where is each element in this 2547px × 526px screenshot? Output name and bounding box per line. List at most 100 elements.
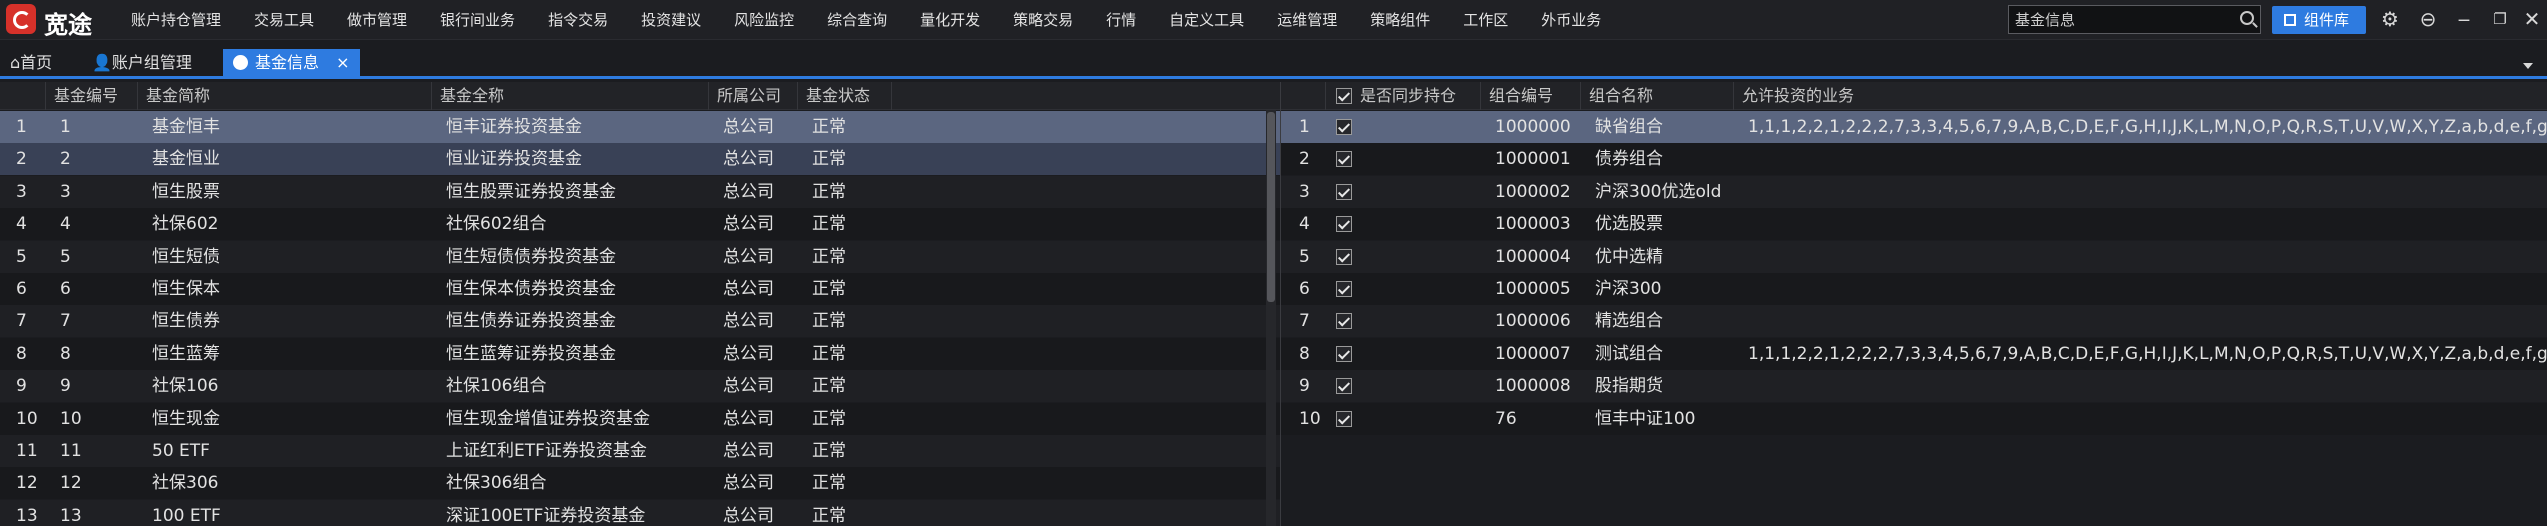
- menu-item[interactable]: 账户持仓管理: [131, 0, 221, 40]
- table-cell: 13: [60, 505, 82, 526]
- menu-item[interactable]: 交易工具: [254, 0, 314, 40]
- table-cell: 社保106: [152, 376, 219, 397]
- menu-item[interactable]: 工作区: [1463, 0, 1508, 40]
- table-row[interactable]: 7 7 恒生债券 恒生债券证券投资基金 总公司 正常: [0, 305, 1280, 338]
- table-row[interactable]: 1 1 基金恒丰 恒丰证券投资基金 总公司 正常: [0, 111, 1280, 143]
- table-row[interactable]: 2 2 基金恒业 恒业证券投资基金 总公司 正常: [0, 143, 1280, 176]
- scrollbar-thumb[interactable]: [1267, 112, 1275, 302]
- restore-icon[interactable]: ❐: [2490, 9, 2510, 29]
- table-row[interactable]: 1 1000000 缺省组合 1,1,1,2,2,1,2,2,2,7,3,3,4,5,…: [1281, 111, 2547, 143]
- sync-checkbox[interactable]: [1336, 248, 1352, 265]
- search-input[interactable]: [2009, 6, 2231, 33]
- sync-checkbox[interactable]: [1336, 378, 1352, 395]
- table-cell: 2: [60, 149, 71, 170]
- table-row[interactable]: 5 5 恒生短债 恒生短债债券投资基金 总公司 正常: [0, 240, 1280, 273]
- menu-item[interactable]: 做市管理: [347, 0, 407, 40]
- app-logo-icon: [6, 4, 36, 34]
- home-icon: ⌂: [10, 53, 21, 72]
- menu-item[interactable]: 风险监控: [734, 0, 794, 40]
- sync-checkbox[interactable]: [1336, 281, 1352, 297]
- table-cell: 正常: [812, 343, 846, 364]
- menu-item[interactable]: 外币业务: [1541, 0, 1601, 40]
- table-row[interactable]: 11 11 50 ETF 上证红利ETF证券投资基金 总公司 正常: [0, 435, 1280, 467]
- table-row[interactable]: 4 1000003 优选股票: [1281, 208, 2547, 241]
- table-row[interactable]: 9 9 社保106 社保106组合 总公司 正常: [0, 370, 1280, 403]
- col-header-portfolio-code[interactable]: 组合编号: [1481, 82, 1581, 110]
- table-row[interactable]: 8 8 恒生蓝筹 恒生蓝筹证券投资基金 总公司 正常: [0, 337, 1280, 370]
- tab-close-icon[interactable]: ×: [336, 53, 349, 72]
- col-header-status[interactable]: 基金状态: [798, 82, 892, 110]
- widget-library-button[interactable]: 组件库: [2272, 6, 2366, 34]
- table-cell: 1000003: [1495, 214, 1571, 235]
- menu-item[interactable]: 银行间业务: [440, 0, 515, 40]
- minimize-icon[interactable]: ‒: [2454, 9, 2474, 29]
- table-cell: 恒生股票证券投资基金: [446, 181, 616, 202]
- table-cell: 社保306组合: [446, 473, 547, 494]
- sync-checkbox[interactable]: [1336, 216, 1352, 233]
- table-row[interactable]: 12 12 社保306 社保306组合 总公司 正常: [0, 467, 1280, 500]
- table-cell: [1740, 176, 2547, 208]
- menu-item[interactable]: 策略组件: [1370, 0, 1430, 40]
- tab-home[interactable]: ⌂首页: [10, 49, 52, 76]
- table-cell: 正常: [812, 441, 846, 461]
- table-row[interactable]: 7 1000006 精选组合: [1281, 305, 2547, 338]
- sync-checkbox[interactable]: [1336, 119, 1352, 135]
- table-row[interactable]: 3 1000002 沪深300优选old: [1281, 175, 2547, 208]
- gear-icon[interactable]: ⚙: [2380, 9, 2400, 29]
- col-header-fund-code[interactable]: 基金编号: [46, 82, 138, 110]
- table-row[interactable]: 10 76 恒丰中证100: [1281, 402, 2547, 435]
- menu-item[interactable]: 策略交易: [1013, 0, 1073, 40]
- table-cell: 10: [60, 408, 82, 429]
- tab-home-label: 首页: [20, 53, 53, 72]
- col-header-fund-full[interactable]: 基金全称: [432, 82, 709, 110]
- col-header-allowed-business[interactable]: 允许投资的业务: [1734, 82, 2547, 110]
- table-row[interactable]: 6 6 恒生保本 恒生保本债券投资基金 总公司 正常: [0, 273, 1280, 305]
- table-row[interactable]: 8 1000007 测试组合 1,1,1,2,2,1,2,2,2,7,3,3,4,5,…: [1281, 337, 2547, 370]
- menu-circle-icon[interactable]: ⊖: [2418, 9, 2438, 29]
- sync-checkbox[interactable]: [1336, 410, 1352, 427]
- table-row[interactable]: 6 1000005 沪深300: [1281, 273, 2547, 305]
- col-header-fund-short[interactable]: 基金简称: [138, 82, 432, 110]
- table-cell: 恒生股票: [152, 181, 220, 202]
- col-header-company[interactable]: 所属公司: [709, 82, 798, 110]
- table-cell: 基金恒业: [152, 149, 220, 170]
- menu-item[interactable]: 运维管理: [1277, 0, 1337, 40]
- table-cell: 总公司: [723, 311, 774, 332]
- vertical-scrollbar[interactable]: [1266, 110, 1276, 526]
- sync-checkbox[interactable]: [1336, 313, 1352, 330]
- sync-checkbox[interactable]: [1336, 345, 1352, 362]
- table-cell: 1000008: [1495, 376, 1571, 397]
- select-all-checkbox[interactable]: [1336, 88, 1352, 104]
- menu-item[interactable]: 自定义工具: [1169, 0, 1244, 40]
- table-row[interactable]: 10 10 恒生现金 恒生现金增值证券投资基金 总公司 正常: [0, 402, 1280, 435]
- table-cell: 恒生蓝筹: [152, 343, 220, 364]
- menu-item[interactable]: 量化开发: [920, 0, 980, 40]
- tab-fund-info[interactable]: 基金信息 ×: [223, 49, 360, 76]
- table-cell: 正常: [812, 181, 846, 202]
- tab-account-group[interactable]: 👤账户组管理: [92, 49, 192, 76]
- menu-item[interactable]: 行情: [1106, 0, 1136, 40]
- search-icon[interactable]: [2240, 11, 2254, 25]
- menu-item[interactable]: 综合查询: [827, 0, 887, 40]
- table-cell: 优选股票: [1595, 214, 1663, 235]
- sync-checkbox[interactable]: [1336, 183, 1352, 200]
- close-icon[interactable]: ✕: [2522, 9, 2542, 29]
- table-row[interactable]: 13 13 100 ETF 深证100ETF证券投资基金 总公司 正常: [0, 499, 1280, 526]
- table-row[interactable]: 9 1000008 股指期货: [1281, 370, 2547, 403]
- table-row[interactable]: 3 3 恒生股票 恒生股票证券投资基金 总公司 正常: [0, 175, 1280, 208]
- chevron-down-icon[interactable]: [2523, 63, 2533, 69]
- menu-item[interactable]: 指令交易: [548, 0, 608, 40]
- table-row[interactable]: 4 4 社保602 社保602组合 总公司 正常: [0, 208, 1280, 241]
- row-number: 1: [16, 117, 27, 137]
- table-cell: 总公司: [723, 343, 774, 364]
- col-header-sync[interactable]: 是否同步持仓: [1326, 82, 1481, 110]
- table-row[interactable]: 5 1000004 优中选精: [1281, 240, 2547, 273]
- sync-checkbox[interactable]: [1336, 151, 1352, 168]
- menu-item[interactable]: 投资建议: [641, 0, 701, 40]
- tab-bar: ⌂首页 👤账户组管理 基金信息 ×: [0, 49, 2547, 79]
- table-row[interactable]: 2 1000001 债券组合: [1281, 143, 2547, 176]
- top-menu-bar: 宽途 账户持仓管理 交易工具 做市管理 银行间业务 指令交易 投资建议 风险监控 综合查询 量化…: [0, 0, 2547, 40]
- search-box[interactable]: [2008, 5, 2261, 34]
- col-header-portfolio-name[interactable]: 组合名称: [1581, 82, 1734, 110]
- table-cell: 恒生短债债券投资基金: [446, 246, 616, 267]
